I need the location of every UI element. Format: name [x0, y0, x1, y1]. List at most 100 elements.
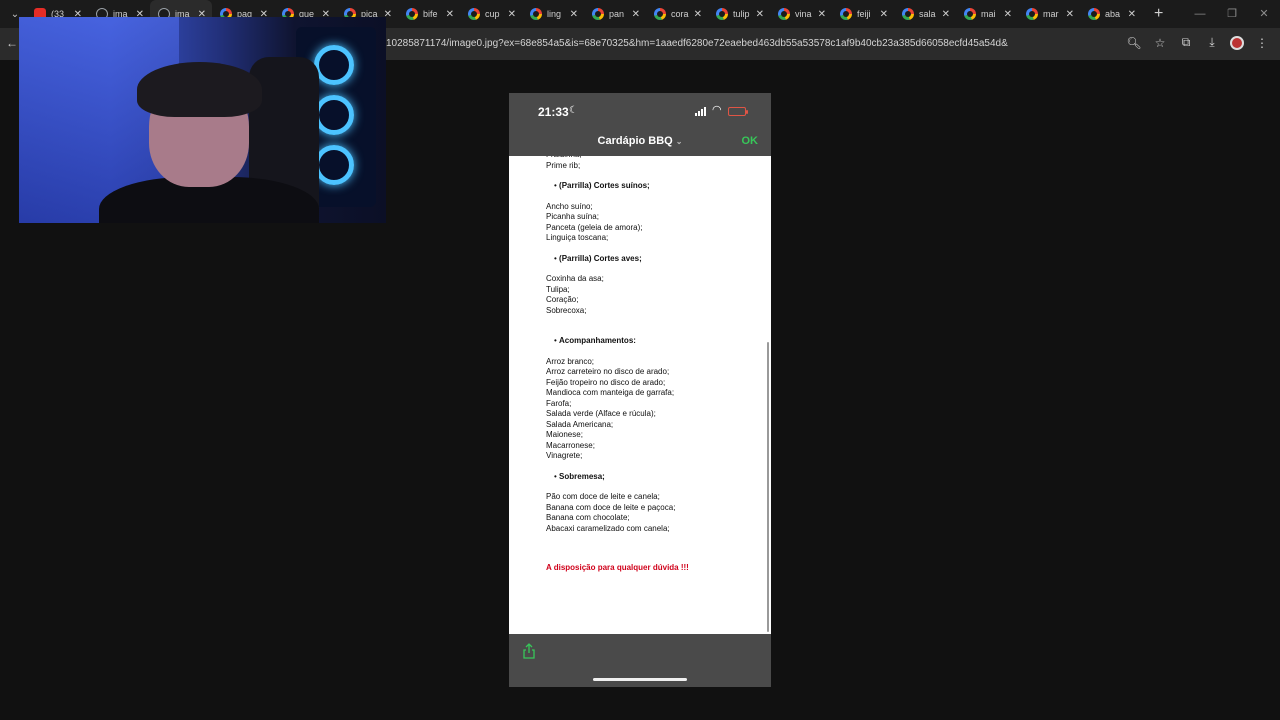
tab-close-icon[interactable]: ✕ — [632, 9, 640, 20]
phone-screenshot: 21:33 ☾ ◠ Cardápio BBQ⌄ OK Fraldinha;Pri… — [509, 93, 771, 687]
menu-item: Salada Americana; — [546, 419, 614, 429]
browser-tab[interactable]: bife ✕ — [398, 0, 460, 28]
extensions-icon[interactable]: ⧉ — [1178, 35, 1194, 50]
scrollbar[interactable] — [767, 342, 769, 632]
google-icon — [1026, 8, 1038, 20]
document-title[interactable]: Cardápio BBQ ⌄ — [509, 135, 771, 147]
menu-item: Vinagrete; — [546, 451, 583, 460]
menu-item: Picanha suína; — [546, 212, 599, 221]
section-heading: Sobremesa; — [554, 472, 761, 483]
document-content: Fraldinha;Prime rib;(Parrilla) Cortes su… — [546, 156, 761, 574]
tab-close-icon[interactable]: ✕ — [818, 9, 826, 20]
phone-status-bar: 21:33 ☾ ◠ — [509, 93, 771, 129]
menu-item: Macarronese; — [546, 440, 595, 450]
fan-ring — [314, 45, 354, 85]
google-icon — [716, 8, 728, 20]
tab-close-icon[interactable]: ✕ — [508, 9, 516, 20]
download-icon[interactable]: ⤓ — [1204, 35, 1220, 50]
section-heading: Acompanhamentos: — [554, 336, 761, 347]
browser-tab[interactable]: cora ✕ — [646, 0, 708, 28]
menu-item: Maionese; — [546, 430, 583, 439]
browser-tab[interactable]: cup ✕ — [460, 0, 522, 28]
google-icon — [902, 8, 914, 20]
browser-tab[interactable]: feiji ✕ — [832, 0, 894, 28]
wifi-icon: ◠ — [712, 104, 722, 116]
tab-title: vina — [795, 9, 812, 19]
browser-tab[interactable]: mai ✕ — [956, 0, 1018, 28]
menu-item: Ancho suíno; — [546, 201, 593, 211]
tab-close-icon[interactable]: ✕ — [880, 9, 888, 20]
menu-item: Abacaxi caramelizado com canela; — [546, 523, 670, 533]
google-icon — [530, 8, 542, 20]
url-text[interactable]: 10285871174/image0.jpg?ex=68e854a5&is=68… — [386, 38, 1008, 49]
browser-tab[interactable]: aba ✕ — [1080, 0, 1142, 28]
webcam-person-hair — [137, 62, 262, 117]
tab-title: tulip — [733, 9, 750, 19]
menu-item: Pão com doce de leite e canela; — [546, 492, 660, 501]
back-arrow-icon[interactable]: ← — [6, 36, 18, 50]
google-icon — [406, 8, 418, 20]
signal-icon — [695, 107, 706, 116]
ok-button[interactable]: OK — [742, 135, 759, 147]
fan-ring — [314, 95, 354, 135]
google-icon — [840, 8, 852, 20]
tab-title: feiji — [857, 9, 871, 19]
google-icon — [592, 8, 604, 20]
menu-item: Sobrecoxa; — [546, 305, 587, 315]
menu-item: Panceta (geleia de amora); — [546, 222, 643, 232]
tab-title: ling — [547, 9, 562, 19]
google-icon — [468, 8, 480, 20]
menu-item: Banana com chocolate; — [546, 513, 630, 522]
home-indicator — [593, 678, 687, 681]
browser-tab[interactable]: ling ✕ — [522, 0, 584, 28]
tab-title: cora — [671, 9, 689, 19]
minimize-icon[interactable]: — — [1184, 0, 1216, 28]
tab-title: sala — [919, 9, 936, 19]
tab-close-icon[interactable]: ✕ — [756, 9, 764, 20]
profile-avatar[interactable] — [1230, 35, 1244, 50]
bookmark-star-icon[interactable]: ☆ — [1152, 36, 1168, 50]
status-time: 21:33 — [538, 105, 569, 119]
phone-nav-bar: Cardápio BBQ ⌄ OK — [509, 129, 771, 156]
menu-item: Mandioca com manteiga de garrafa; — [546, 388, 675, 397]
battery-icon — [728, 107, 748, 116]
fan-ring — [314, 145, 354, 185]
share-icon[interactable] — [522, 643, 536, 659]
document-view[interactable]: Fraldinha;Prime rib;(Parrilla) Cortes su… — [509, 156, 771, 634]
new-tab-button[interactable]: + — [1154, 5, 1163, 23]
browser-tab[interactable]: pan ✕ — [584, 0, 646, 28]
tab-close-icon[interactable]: ✕ — [942, 9, 950, 20]
tab-close-icon[interactable]: ✕ — [694, 9, 702, 20]
tab-close-icon[interactable]: ✕ — [1066, 9, 1074, 20]
tab-title: aba — [1105, 9, 1121, 19]
close-window-icon[interactable]: ✕ — [1248, 0, 1280, 28]
tab-close-icon[interactable]: ✕ — [570, 9, 578, 20]
browser-tab[interactable]: mar ✕ — [1018, 0, 1080, 28]
browser-tab[interactable]: tulip ✕ — [708, 0, 770, 28]
tab-title: pan — [609, 9, 625, 19]
zoom-icon[interactable]: 🔍︎ — [1126, 36, 1142, 50]
menu-kebab-icon[interactable]: ⋮ — [1254, 36, 1270, 50]
menu-item: Feijão tropeiro no disco de arado; — [546, 377, 666, 387]
footer-note: A disposição para qualquer dúvida !!! — [546, 563, 689, 572]
document-title-text: Cardápio BBQ — [597, 135, 673, 147]
tab-title: mar — [1043, 9, 1059, 19]
menu-item: Farofa; — [546, 398, 572, 408]
tab-close-icon[interactable]: ✕ — [1004, 9, 1012, 20]
browser-tab[interactable]: vina ✕ — [770, 0, 832, 28]
tab-title: cup — [485, 9, 500, 19]
tab-close-icon[interactable]: ✕ — [1128, 9, 1136, 20]
tab-close-icon[interactable]: ✕ — [446, 9, 454, 20]
webcam-overlay — [19, 17, 386, 223]
browser-tab[interactable]: sala ✕ — [894, 0, 956, 28]
menu-item: Arroz branco; — [546, 356, 595, 366]
restore-icon[interactable]: ❐ — [1216, 0, 1248, 28]
